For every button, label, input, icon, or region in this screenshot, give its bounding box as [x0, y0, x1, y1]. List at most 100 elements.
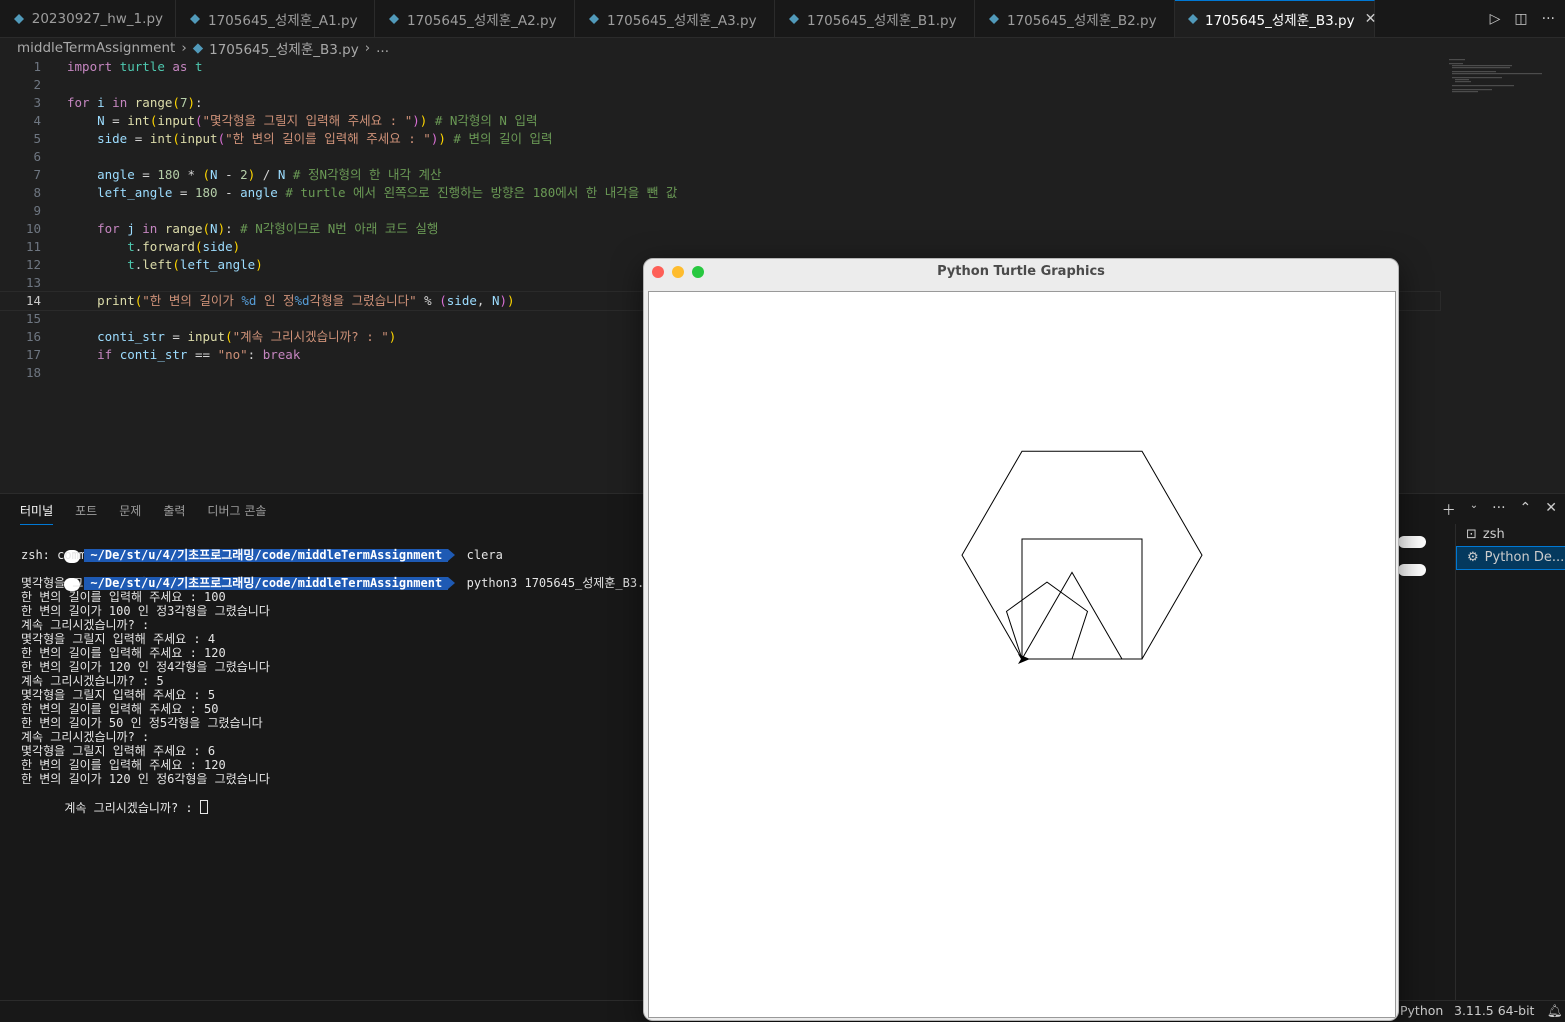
line-number: 8 [33, 185, 41, 200]
code-line[interactable]: 7 angle = 180 * (N - 2) / N # 정N각형의 한 내각… [0, 166, 1440, 184]
editor-tab-bar: 20230927_hw_1.py 1705645_성제훈_A1.py 1705645… [0, 0, 1565, 38]
terminal-badge-icon [1398, 536, 1426, 548]
terminal-list-label: Python De... [1484, 550, 1565, 565]
terminal-line: 한 변의 길이가 120 인 정4각형을 그렸습니다 [21, 660, 270, 674]
editor-tab[interactable]: 1705645_성제훈_B3.py ✕ [1175, 0, 1377, 37]
terminal-line: ~/De/st/u/4/기초프로그래밍/code/middleTermAssig… [21, 562, 644, 591]
terminal-badge-icon [1398, 564, 1426, 576]
terminal-line: 한 변의 길이를 입력해 주세요 : 100 [21, 590, 226, 604]
code-text: t.left(left_angle) [127, 257, 263, 272]
line-number: 16 [25, 329, 41, 344]
minimap[interactable] [1447, 58, 1547, 98]
split-editor-icon[interactable]: ◫ [1514, 11, 1527, 27]
close-panel-icon[interactable]: ✕ [1545, 500, 1557, 520]
line-number: 3 [33, 95, 41, 110]
turtle-canvas[interactable] [648, 291, 1396, 1018]
tab-label: 1705645_성제훈_B1.py [807, 12, 957, 29]
python-interpreter[interactable]: 3.11.5 64-bit [1454, 1003, 1534, 1018]
code-line[interactable]: 11 t.forward(side) [0, 238, 1440, 256]
code-line[interactable]: 10 for j in range(N): # N각형이므로 N번 아래 코드 … [0, 220, 1440, 238]
polygon-4-sides [1021, 538, 1143, 660]
code-text: angle = 180 * (N - 2) / N # 정N각형의 한 내각 계… [97, 167, 442, 182]
add-terminal-icon[interactable]: ＋ [1442, 500, 1456, 520]
code-line[interactable]: 5 side = int(input("한 변의 길이를 입력해 주세요 : "… [0, 130, 1440, 148]
terminal-line: 한 변의 길이가 100 인 정3각형을 그렸습니다 [21, 604, 270, 618]
code-line[interactable]: 3 for i in range(7): [0, 94, 1440, 112]
prompt-path: ~/De/st/u/4/기초프로그래밍/code/middleTermAssig… [84, 549, 456, 562]
more-actions-icon[interactable]: ··· [1542, 11, 1555, 27]
line-number: 6 [33, 149, 41, 164]
panel-tab[interactable]: 출력 [163, 502, 185, 525]
line-number: 4 [33, 113, 41, 128]
more-icon[interactable]: ··· [1492, 500, 1505, 520]
code-line[interactable]: 2 [0, 76, 1440, 94]
line-number: 13 [25, 275, 41, 290]
terminal-line: 몇각형을 그릴지 입력해 주세요 : 5 [21, 688, 216, 702]
maximize-panel-icon[interactable]: ⌃ [1520, 500, 1532, 520]
code-line[interactable]: 1 import turtle as t [0, 58, 1440, 76]
code-line[interactable]: 8 left_angle = 180 - angle # turtle 에서 왼… [0, 184, 1440, 202]
terminal-list-item[interactable]: ⚙ Python De... [1456, 546, 1565, 570]
chevron-down-icon[interactable]: ⌄ [1470, 500, 1478, 520]
terminal-list: ⊡ zsh ⚙ Python De... [1455, 524, 1565, 1001]
python-file-icon [188, 12, 202, 26]
language-mode[interactable]: Python [1400, 1003, 1443, 1018]
prompt-path: ~/De/st/u/4/기초프로그래밍/code/middleTermAssig… [84, 577, 456, 590]
terminal-list-label: zsh [1482, 527, 1505, 542]
python-file-icon: ◆ [192, 40, 204, 56]
run-icon[interactable]: ▷ [1490, 11, 1501, 27]
code-text: for i in range(7): [67, 95, 203, 110]
editor-tab[interactable]: 1705645_성제훈_B1.py [775, 0, 975, 37]
terminal-output[interactable]: ~/De/st/u/4/기초프로그래밍/code/middleTermAssig… [21, 534, 644, 815]
terminal-line: 한 변의 길이가 50 인 정5각형을 그렸습니다 [21, 716, 263, 730]
line-number: 14 [25, 293, 41, 308]
close-tab-icon[interactable]: ✕ [1365, 11, 1377, 27]
terminal-line: 계속 그리시겠습니까? : [21, 786, 644, 815]
python-file-icon [387, 12, 401, 26]
terminal-line: 계속 그리시겠습니까? : [21, 618, 157, 632]
line-number: 12 [25, 257, 41, 272]
line-number: 9 [33, 203, 41, 218]
panel-tab[interactable]: 포트 [75, 502, 97, 525]
debug-icon: ⚙ [1467, 550, 1479, 565]
terminal-line: ~/De/st/u/4/기초프로그래밍/code/middleTermAssig… [21, 534, 644, 563]
code-line[interactable]: 6 [0, 148, 1440, 166]
code-line[interactable]: 9 [0, 202, 1440, 220]
chevron-right-icon: › [364, 40, 371, 56]
editor-tab[interactable]: 1705645_성제훈_A3.py [575, 0, 775, 37]
editor-tab[interactable]: 20230927_hw_1.py [0, 0, 176, 37]
code-line[interactable]: 4 N = int(input("몇각형을 그릴지 입력해 주세요 : ")) … [0, 112, 1440, 130]
breadcrumb-file[interactable]: 1705645_성제훈_B3.py [209, 38, 359, 58]
terminal-line: 한 변의 길이를 입력해 주세요 : 120 [21, 758, 226, 772]
line-number: 2 [33, 77, 41, 92]
python-file-icon [987, 12, 1001, 26]
window-title: Python Turtle Graphics [937, 264, 1105, 279]
terminal-input-prompt: 계속 그리시겠습니까? : [64, 801, 200, 815]
notifications-icon[interactable]: 🔔︎ [1547, 1003, 1563, 1019]
terminal-icon: ⊡ [1466, 527, 1477, 542]
line-number: 15 [25, 311, 41, 326]
turtle-graphics-window[interactable]: Python Turtle Graphics [643, 258, 1399, 1021]
breadcrumb-folder[interactable]: middleTermAssignment [17, 40, 175, 56]
panel-actions: ＋ ⌄ ··· ⌃ ✕ [1442, 500, 1557, 520]
tab-label: 1705645_성제훈_B2.py [1007, 12, 1157, 29]
code-text: print("한 변의 길이가 %d 인 정%d각형을 그렸습니다" % (si… [97, 293, 515, 308]
editor-tab[interactable]: 1705645_성제훈_A2.py [375, 0, 575, 37]
editor-tab[interactable]: 1705645_성제훈_A1.py [176, 0, 375, 37]
panel-tab[interactable]: 디버그 콘솔 [207, 502, 266, 525]
code-text: for j in range(N): # N각형이므로 N번 아래 코드 실행 [97, 221, 439, 236]
code-text: import turtle as t [67, 59, 203, 74]
panel-tab[interactable]: 문제 [119, 502, 141, 525]
editor-tab[interactable]: 1705645_성제훈_B2.py [975, 0, 1175, 37]
terminal-line: 몇각형을 그릴지 입력해 주세요 : 4 [21, 632, 216, 646]
polygon-3-sides [1021, 571, 1123, 660]
terminal-line: 계속 그리시겠습니까? : [21, 730, 157, 744]
panel-tab[interactable]: 터미널 [20, 502, 54, 525]
code-text: left_angle = 180 - angle # turtle 에서 왼쪽으… [97, 185, 678, 200]
terminal-list-item[interactable]: ⊡ zsh [1456, 524, 1565, 546]
terminal-line: 계속 그리시겠습니까? : 5 [21, 674, 164, 688]
terminal-cursor[interactable] [199, 800, 208, 814]
tab-label: 20230927_hw_1.py [31, 10, 163, 27]
python-file-icon [787, 12, 801, 26]
breadcrumb-more[interactable]: ... [376, 40, 389, 56]
